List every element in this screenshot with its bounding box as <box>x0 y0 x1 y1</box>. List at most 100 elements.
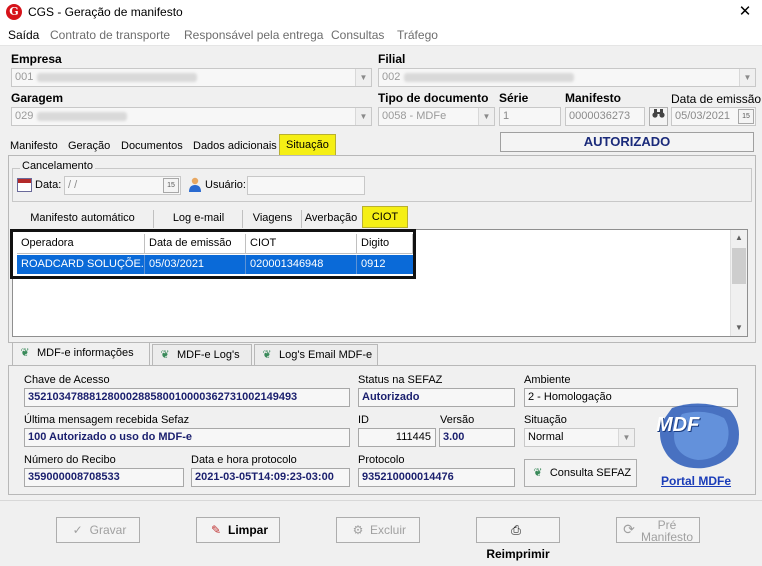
versao-field[interactable]: 3.00 <box>439 428 515 447</box>
tab-label: MDF-e informações <box>37 347 134 359</box>
protocolo-label: Protocolo <box>358 454 405 466</box>
manifesto-label: Manifesto <box>565 91 622 105</box>
title-bar: G CGS - Geração de manifesto ✕ <box>0 0 762 26</box>
highlight-frame <box>10 229 416 279</box>
subtab-manifesto-automatico[interactable]: Manifesto automático <box>12 210 154 228</box>
consulta-sefaz-label: Consulta SEFAZ <box>549 467 632 479</box>
dropdown-arrow-icon[interactable]: ▼ <box>355 69 371 86</box>
menu-consultas[interactable]: Consultas <box>331 28 384 42</box>
garagem-value: 029 <box>15 110 34 122</box>
search-binoculars-icon[interactable] <box>649 107 668 126</box>
menu-contrato-transporte[interactable]: Contrato de transporte <box>50 28 170 42</box>
app-logo-icon: G <box>6 4 22 20</box>
cancelamento-title: Cancelamento <box>20 160 95 172</box>
calendar-icon[interactable]: 15 <box>738 109 754 124</box>
versao-label: Versão <box>440 414 475 426</box>
dropdown-arrow-icon[interactable]: ▼ <box>478 108 494 125</box>
tipo-documento-select[interactable]: 0058 - MDFe ▼ <box>378 107 495 126</box>
filial-select[interactable]: 002 ▼ <box>378 68 756 87</box>
pre-manifesto-button[interactable]: ⟳ Pré Manifesto <box>616 517 700 543</box>
mdfe-leaf-icon: ❦ <box>262 349 272 361</box>
portal-mdfe-link[interactable]: Portal MDFe <box>661 474 731 488</box>
mdfe-logo-text: MDF <box>656 414 700 436</box>
tab-mdfe-informacoes[interactable]: ❦ MDF-e informações <box>12 342 150 366</box>
delete-icon: ⚙ <box>352 523 364 537</box>
gravar-label: Gravar <box>89 523 127 537</box>
tab-documentos[interactable]: Documentos <box>119 138 185 156</box>
window-title: CGS - Geração de manifesto <box>28 5 183 19</box>
subtab-ciot[interactable]: CIOT <box>362 206 408 228</box>
serie-field[interactable]: 1 <box>499 107 561 126</box>
manifesto-field[interactable]: 0000036273 <box>565 107 645 126</box>
scroll-thumb[interactable] <box>732 248 746 284</box>
data-emissao-field[interactable]: 05/03/2021 15 <box>671 107 756 126</box>
garagem-label: Garagem <box>11 91 64 105</box>
cancelamento-data-field[interactable]: / / 15 <box>64 176 181 195</box>
recibo-field[interactable]: 359000008708533 <box>24 468 184 487</box>
subtab-viagens[interactable]: Viagens <box>244 210 302 228</box>
tab-geracao[interactable]: Geração <box>66 138 112 156</box>
tab-manifesto[interactable]: Manifesto <box>8 138 60 156</box>
reimprimir-button[interactable]: ⎙Reimprimir <box>476 517 560 561</box>
excluir-button[interactable]: ⚙ Excluir <box>336 517 420 543</box>
tab-dados-adicionais[interactable]: Dados adicionais <box>191 138 279 156</box>
id-field[interactable]: 111445 <box>358 428 436 447</box>
subtab-log-email[interactable]: Log e-mail <box>155 210 243 228</box>
tab-logs-email-mdfe[interactable]: ❦ Log's Email MDF-e <box>254 344 378 366</box>
filial-label: Filial <box>378 52 406 66</box>
consulta-sefaz-button[interactable]: ❦ Consulta SEFAZ <box>524 459 637 487</box>
divider <box>0 500 762 501</box>
eraser-icon: ✎ <box>210 523 222 537</box>
garagem-select[interactable]: 029 ▼ <box>11 107 372 126</box>
situacao-select[interactable]: Normal ▼ <box>524 428 635 447</box>
dropdown-arrow-icon[interactable]: ▼ <box>739 69 755 86</box>
user-icon <box>188 177 202 192</box>
ultima-mensagem-label: Última mensagem recebida Sefaz <box>24 414 190 426</box>
data-emissao-label: Data de emissão <box>671 92 762 106</box>
close-icon[interactable]: ✕ <box>734 2 756 22</box>
menu-responsavel-entrega[interactable]: Responsável pela entrega <box>184 28 323 42</box>
tab-label: MDF-e Log's <box>177 349 240 361</box>
menu-saida[interactable]: Saída <box>8 28 39 42</box>
situacao-value: Normal <box>528 431 564 443</box>
empresa-value: 001 <box>15 71 34 83</box>
tab-mdfe-logs[interactable]: ❦ MDF-e Log's <box>152 344 252 366</box>
data-emissao-value: 05/03/2021 <box>675 110 731 122</box>
data-protocolo-field[interactable]: 2021-03-05T14:09:23-03:00 <box>191 468 350 487</box>
ambiente-label: Ambiente <box>524 374 571 386</box>
cancelamento-data-label: Data: <box>35 179 62 191</box>
calendar-icon[interactable]: 15 <box>163 178 179 193</box>
id-label: ID <box>358 414 369 426</box>
tab-situacao[interactable]: Situação <box>279 134 336 156</box>
limpar-button[interactable]: ✎ Limpar <box>196 517 280 543</box>
tipo-documento-label: Tipo de documento <box>378 91 489 105</box>
serie-label: Série <box>499 91 529 105</box>
scroll-up-icon[interactable]: ▲ <box>731 230 747 246</box>
tipo-documento-value: 0058 - MDFe <box>382 110 447 122</box>
vertical-scrollbar[interactable]: ▲ ▼ <box>730 230 747 336</box>
protocolo-field[interactable]: 935210000014476 <box>358 468 515 487</box>
dropdown-arrow-icon[interactable]: ▼ <box>618 429 634 446</box>
usuario-label: Usuário: <box>205 179 246 191</box>
chave-field[interactable]: 3521034788812800028858001000036273100214… <box>24 388 350 407</box>
mdfe-logo: MDF <box>652 400 744 472</box>
cancelamento-data-value: / / <box>68 179 78 191</box>
ultima-mensagem-field[interactable]: 100 Autorizado o uso do MDF-e <box>24 428 350 447</box>
situacao-label: Situação <box>524 414 567 426</box>
subtab-averbacao[interactable]: Averbação <box>303 210 359 228</box>
mdfe-leaf-icon: ❦ <box>20 347 30 359</box>
status-sefaz-field[interactable]: Autorizado <box>358 388 515 407</box>
dropdown-arrow-icon[interactable]: ▼ <box>355 108 371 125</box>
gravar-button[interactable]: ✓ Gravar <box>56 517 140 543</box>
empresa-label: Empresa <box>11 52 62 66</box>
check-icon: ✓ <box>72 523 83 537</box>
scroll-down-icon[interactable]: ▼ <box>731 320 747 336</box>
printer-icon: ⎙ <box>511 523 521 537</box>
empresa-select[interactable]: 001 ▼ <box>11 68 372 87</box>
usuario-field[interactable] <box>247 176 365 195</box>
status-sefaz-label: Status na SEFAZ <box>358 374 443 386</box>
menu-trafego[interactable]: Tráfego <box>397 28 438 42</box>
data-protocolo-label: Data e hora protocolo <box>191 454 297 466</box>
mdfe-leaf-icon: ❦ <box>533 467 543 479</box>
calendar-icon <box>17 178 32 192</box>
